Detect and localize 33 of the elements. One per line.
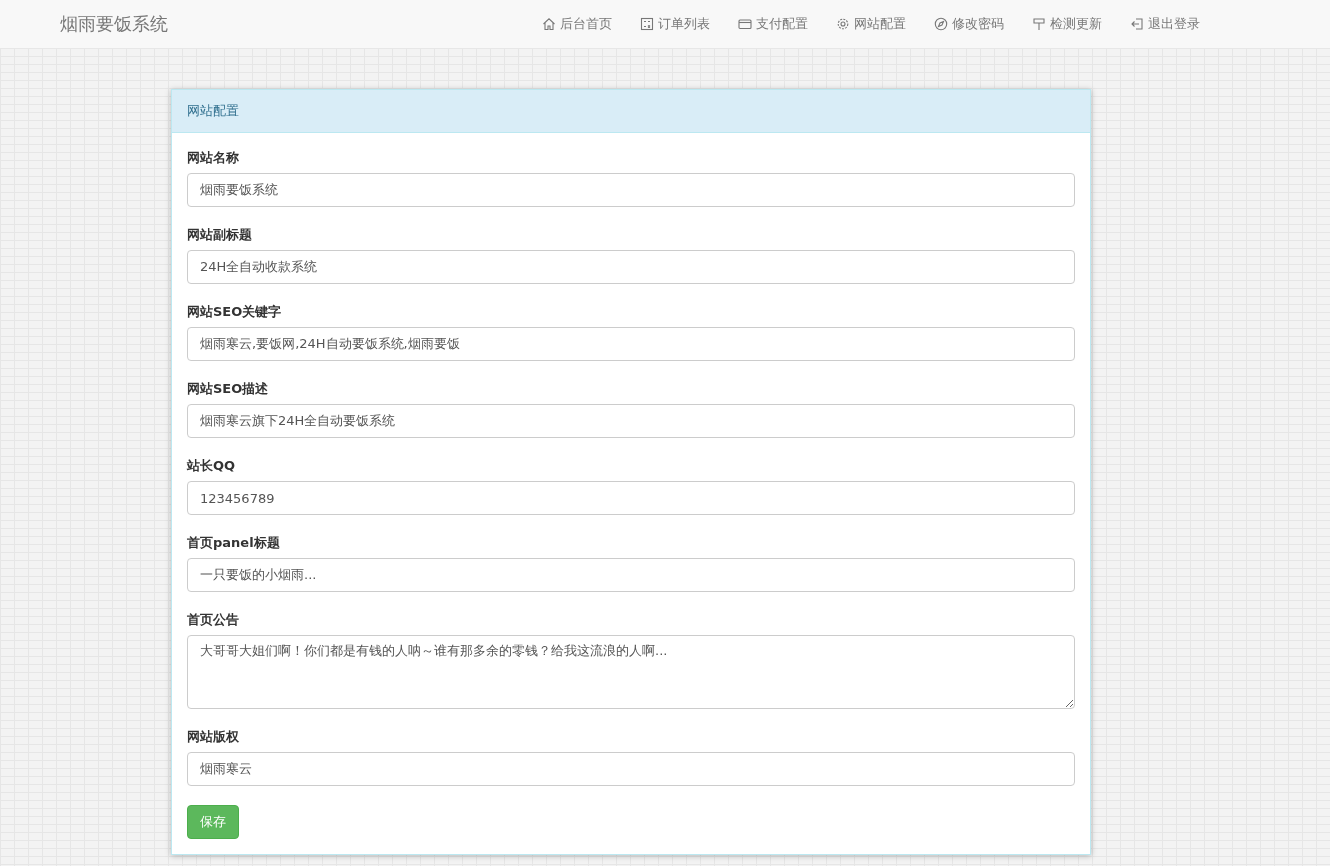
home-icon: [542, 17, 556, 31]
gear-icon: [836, 17, 850, 31]
nav-link[interactable]: 检测更新: [1032, 15, 1102, 33]
text-area[interactable]: 大哥哥大姐们啊！你们都是有钱的人呐～谁有那多余的零钱？给我这流浪的人啊...: [187, 635, 1075, 709]
input-field[interactable]: 烟雨寒云旗下24H全自动要饭系统: [187, 404, 1075, 438]
input-field[interactable]: 烟雨要饭系统: [187, 173, 1075, 207]
field-label: 首页公告: [187, 611, 240, 629]
nav-link[interactable]: 修改密码: [934, 15, 1004, 33]
save-button[interactable]: 保存: [187, 805, 239, 839]
nav-link[interactable]: 网站配置: [836, 15, 906, 33]
input-field[interactable]: 123456789: [187, 481, 1075, 515]
field-label: 网站名称: [187, 149, 240, 167]
input-field[interactable]: 烟雨寒云: [187, 752, 1075, 786]
panel-title: 网站配置: [187, 103, 239, 118]
field-label: 站长QQ: [187, 457, 237, 475]
nav-link[interactable]: 后台首页: [542, 15, 612, 33]
nav-link[interactable]: 订单列表: [640, 15, 710, 33]
input-field[interactable]: 一只要饭的小烟雨...: [187, 558, 1075, 592]
logout-icon: [1130, 17, 1144, 31]
field-label: 网站SEO描述: [187, 380, 270, 398]
compass-icon: [934, 17, 948, 31]
field-label: 网站副标题: [187, 226, 253, 244]
field-label: 网站版权: [187, 728, 240, 746]
brand-title[interactable]: 烟雨要饭系统: [60, 12, 168, 36]
nav-link[interactable]: 支付配置: [738, 15, 808, 33]
field-label: 首页panel标题: [187, 534, 281, 552]
nav-link[interactable]: 退出登录: [1130, 15, 1200, 33]
pin-icon: [1032, 17, 1046, 31]
input-field[interactable]: 烟雨寒云,要饭网,24H自动要饭系统,烟雨要饭: [187, 327, 1075, 361]
field-label: 网站SEO关键字: [187, 303, 283, 321]
card-icon: [738, 17, 752, 31]
input-field[interactable]: 24H全自动收款系统: [187, 250, 1075, 284]
list-icon: [640, 17, 654, 31]
